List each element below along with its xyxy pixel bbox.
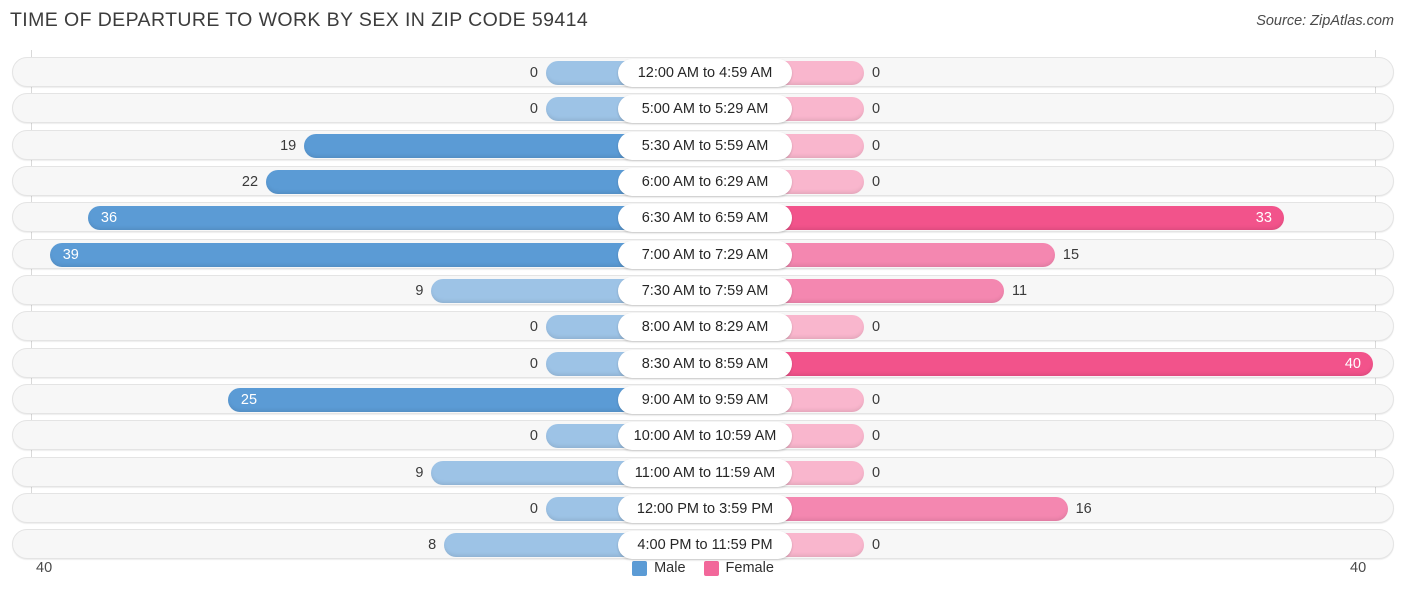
bar-male[interactable] — [304, 133, 628, 158]
chart-page: TIME OF DEPARTURE TO WORK BY SEX IN ZIP … — [0, 0, 1406, 595]
bar-female[interactable] — [782, 133, 864, 158]
table-row: 0 40 8:30 AM to 8:59 AM — [12, 347, 1394, 378]
table-row: 8 0 4:00 PM to 11:59 PM — [12, 529, 1394, 560]
bar-female[interactable] — [782, 351, 1373, 376]
table-row: 0 0 10:00 AM to 10:59 AM — [12, 420, 1394, 451]
legend-swatch-male-icon — [632, 560, 648, 576]
value-label-male: 0 — [529, 65, 538, 81]
legend-label-male: Male — [654, 560, 686, 576]
bar-female[interactable] — [782, 206, 1284, 231]
bar-male[interactable] — [431, 460, 628, 485]
legend-label-female: Female — [725, 560, 774, 576]
bar-female[interactable] — [782, 460, 864, 485]
bar-male[interactable] — [546, 61, 628, 85]
value-label-male: 0 — [529, 101, 538, 118]
value-label-male: 0 — [529, 500, 538, 517]
bar-female[interactable] — [782, 169, 864, 194]
chart-legend: Male Female — [0, 560, 1406, 576]
value-label-female: 0 — [872, 319, 881, 336]
bar-male[interactable] — [546, 424, 628, 449]
legend-item-female[interactable]: Female — [703, 560, 774, 576]
bar-female[interactable] — [782, 387, 864, 412]
bar-male[interactable] — [49, 242, 628, 267]
bar-male[interactable] — [266, 169, 628, 194]
category-label: 10:00 AM to 10:59 AM — [618, 422, 792, 451]
bar-male[interactable] — [546, 496, 628, 521]
table-row: 9 11 7:30 AM to 7:59 AM — [12, 274, 1394, 305]
value-label-male: 9 — [415, 282, 424, 299]
value-label-female: 33 — [1255, 210, 1272, 227]
category-label: 5:00 AM to 5:29 AM — [618, 95, 792, 124]
bar-male[interactable] — [87, 206, 628, 231]
legend-item-male[interactable]: Male — [632, 560, 686, 576]
value-label-female: 0 — [872, 101, 881, 118]
value-label-male: 9 — [415, 464, 424, 481]
category-label: 7:30 AM to 7:59 AM — [618, 276, 792, 305]
value-label-female: 0 — [872, 537, 881, 554]
table-row: 36 33 6:30 AM to 6:59 AM — [12, 202, 1394, 233]
category-label: 6:30 AM to 6:59 AM — [618, 204, 792, 233]
bar-male[interactable] — [444, 533, 628, 558]
category-label: 8:30 AM to 8:59 AM — [618, 349, 792, 378]
category-label: 4:00 PM to 11:59 PM — [618, 531, 792, 560]
value-label-female: 0 — [872, 464, 881, 481]
value-label-male: 25 — [240, 391, 258, 408]
bar-male[interactable] — [546, 97, 628, 122]
table-row: 25 0 9:00 AM to 9:59 AM — [12, 383, 1394, 414]
value-label-female: 0 — [872, 391, 881, 408]
value-label-male: 0 — [529, 355, 538, 372]
category-label: 7:00 AM to 7:29 AM — [618, 240, 792, 269]
value-label-male: 19 — [280, 137, 297, 154]
value-label-male: 22 — [241, 173, 259, 190]
value-label-female: 11 — [1011, 282, 1028, 299]
value-label-male: 39 — [62, 246, 79, 263]
category-label: 12:00 PM to 3:59 PM — [618, 494, 792, 523]
chart-plot-area: 0 0 12:00 AM to 4:59 AM 0 0 5:00 AM to 5:29 A… — [0, 50, 1406, 560]
value-label-female: 15 — [1062, 246, 1080, 263]
table-row: 22 0 6:00 AM to 6:29 AM — [12, 165, 1394, 196]
bar-female[interactable] — [782, 315, 864, 340]
bar-female[interactable] — [782, 278, 1004, 303]
bar-female[interactable] — [782, 496, 1068, 521]
bar-female[interactable] — [782, 97, 864, 122]
value-label-male: 0 — [529, 428, 538, 445]
value-label-female: 0 — [872, 137, 881, 154]
category-label: 12:00 AM to 4:59 AM — [618, 59, 792, 87]
value-label-female: 40 — [1344, 355, 1361, 372]
source-attribution: Source: ZipAtlas.com — [1256, 13, 1394, 29]
bar-male[interactable] — [546, 315, 628, 340]
value-label-female: 16 — [1075, 500, 1092, 517]
table-row: 19 0 5:30 AM to 5:59 AM — [12, 129, 1394, 160]
category-label: 8:00 AM to 8:29 AM — [618, 313, 792, 342]
category-label: 11:00 AM to 11:59 AM — [618, 458, 792, 487]
table-row: 0 16 12:00 PM to 3:59 PM — [12, 492, 1394, 523]
bar-female[interactable] — [782, 424, 864, 449]
value-label-female: 0 — [872, 173, 881, 190]
value-label-male: 36 — [100, 210, 118, 227]
value-label-male: 8 — [428, 537, 437, 554]
bar-female[interactable] — [782, 533, 864, 558]
value-label-female: 0 — [872, 428, 881, 445]
table-row: 0 0 5:00 AM to 5:29 AM — [12, 93, 1394, 124]
category-label: 9:00 AM to 9:59 AM — [618, 385, 792, 414]
value-label-male: 0 — [529, 319, 538, 336]
bar-female[interactable] — [782, 242, 1055, 267]
table-row: 9 0 11:00 AM to 11:59 AM — [12, 456, 1394, 487]
table-row: 0 0 8:00 AM to 8:29 AM — [12, 311, 1394, 342]
page-title: TIME OF DEPARTURE TO WORK BY SEX IN ZIP … — [10, 9, 589, 31]
table-row: 0 0 12:00 AM to 4:59 AM — [12, 57, 1394, 87]
category-label: 5:30 AM to 5:59 AM — [618, 131, 792, 160]
table-row: 39 15 7:00 AM to 7:29 AM — [12, 238, 1394, 269]
bar-male[interactable] — [546, 351, 628, 376]
value-label-female: 0 — [872, 65, 881, 81]
bar-female[interactable] — [782, 61, 864, 85]
bar-male[interactable] — [431, 278, 628, 303]
legend-swatch-female-icon — [703, 560, 719, 576]
category-label: 6:00 AM to 6:29 AM — [618, 167, 792, 196]
